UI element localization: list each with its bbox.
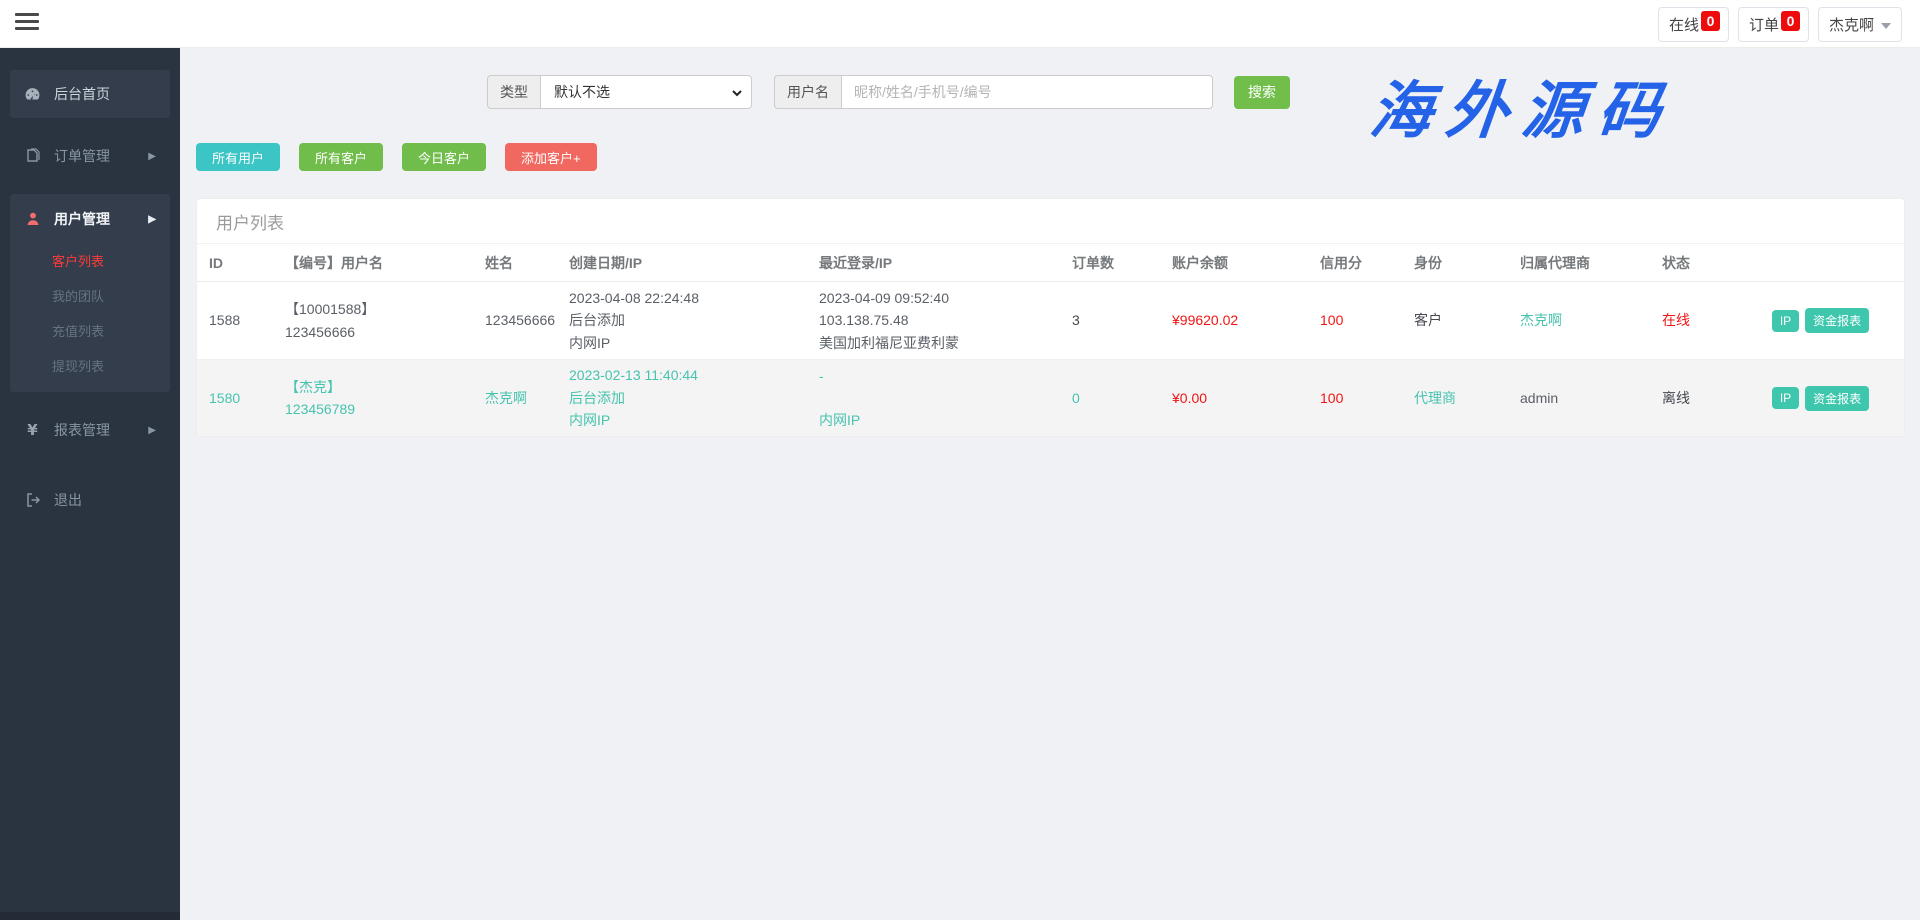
user-list-panel: 用户列表 ID 【编号】用户名 姓名 创建日期/IP 最近登录/IP 订单数 账… <box>196 198 1905 437</box>
sidebar-item-user-management[interactable]: 用户管理 ▶ <box>10 194 170 244</box>
yen-icon: ¥ <box>24 422 41 439</box>
username-input[interactable] <box>841 75 1213 109</box>
cell-last-login: - 内网IP <box>807 360 1060 436</box>
table-row: 1588 【10001588】 123456666 123456666 2023… <box>197 282 1904 359</box>
sidebar-group-users: 用户管理 ▶ 客户列表 我的团队 充值列表 提现列表 <box>10 194 170 392</box>
menu-toggle-icon[interactable] <box>15 13 39 33</box>
type-filter-group: 类型 默认不选 <box>487 75 752 109</box>
sidebar-subitem-recharge-list[interactable]: 充值列表 <box>10 314 170 349</box>
cell-balance: ¥99620.02 <box>1160 282 1308 359</box>
col-header-status: 状态 <box>1650 253 1725 273</box>
col-header-role: 身份 <box>1402 253 1508 273</box>
user-icon <box>24 211 41 228</box>
cell-agent: admin <box>1508 360 1650 436</box>
chevron-down-icon <box>1881 23 1891 29</box>
chevron-right-icon: ▶ <box>148 151 156 162</box>
brand-watermark: 海外源码 <box>1283 60 1762 150</box>
all-users-button[interactable]: 所有用户 <box>196 143 280 171</box>
sidebar-footer <box>0 912 180 920</box>
sidebar-item-label: 退出 <box>54 490 156 510</box>
dashboard-icon <box>24 86 41 103</box>
topbar-right: 在线 0 订单 0 杰克啊 <box>1658 7 1902 42</box>
today-customers-button[interactable]: 今日客户 <box>402 143 486 171</box>
cell-actions: IP 资金报表 <box>1725 360 1904 436</box>
sidebar-subitem-withdraw-list[interactable]: 提现列表 <box>10 349 170 384</box>
cell-created: 2023-04-08 22:24:48 后台添加 内网IP <box>557 282 807 359</box>
ip-button[interactable]: IP <box>1772 387 1799 409</box>
cell-role: 代理商 <box>1402 360 1508 436</box>
sidebar-subitem-customer-list[interactable]: 客户列表 <box>10 244 170 279</box>
quick-action-bar: 所有用户 所有客户 今日客户 添加客户+ <box>196 143 597 171</box>
cell-last-login: 2023-04-09 09:52:40 103.138.75.48 美国加利福尼… <box>807 282 1060 359</box>
chevron-right-icon: ▶ <box>148 425 156 436</box>
cell-username: 【10001588】 123456666 <box>273 282 473 359</box>
add-customer-button[interactable]: 添加客户+ <box>505 143 597 171</box>
funds-report-button[interactable]: 资金报表 <box>1805 308 1869 333</box>
main-content: 类型 默认不选 用户名 搜索 海外源码 所有用户 所有客户 今日客户 添加客户+… <box>180 48 1920 920</box>
type-select[interactable]: 默认不选 <box>540 75 752 109</box>
orders-count-badge: 0 <box>1781 11 1800 31</box>
sidebar-item-label: 用户管理 <box>54 209 148 229</box>
search-button[interactable]: 搜索 <box>1234 76 1290 109</box>
user-management-submenu: 客户列表 我的团队 充值列表 提现列表 <box>10 244 170 392</box>
sidebar: 后台首页 订单管理 ▶ 用户管理 ▶ 客户列表 我的团队 充值列表 提现列表 ¥… <box>0 48 180 920</box>
orders-icon <box>24 148 41 165</box>
sidebar-item-label: 报表管理 <box>54 420 148 440</box>
user-name: 杰克啊 <box>1829 14 1874 35</box>
table-row: 1580 【杰克】 123456789 杰克啊 2023-02-13 11:40… <box>197 359 1904 436</box>
sidebar-item-label: 订单管理 <box>54 146 148 166</box>
col-header-last-login: 最近登录/IP <box>807 253 1060 273</box>
cell-name: 123456666 <box>473 282 557 359</box>
cell-id: 1580 <box>197 360 273 436</box>
col-header-credit: 信用分 <box>1308 253 1402 273</box>
col-header-orders: 订单数 <box>1060 253 1160 273</box>
col-header-username: 【编号】用户名 <box>273 253 473 273</box>
cell-username: 【杰克】 123456789 <box>273 360 473 436</box>
cell-role: 客户 <box>1402 282 1508 359</box>
funds-report-button[interactable]: 资金报表 <box>1805 386 1869 411</box>
cell-credit: 100 <box>1308 282 1402 359</box>
col-header-name: 姓名 <box>473 253 557 273</box>
type-label: 类型 <box>487 75 540 109</box>
cell-actions: IP 资金报表 <box>1725 282 1904 359</box>
sidebar-item-orders[interactable]: 订单管理 ▶ <box>10 132 170 180</box>
chevron-down-icon <box>731 86 743 104</box>
panel-title: 用户列表 <box>197 199 1904 244</box>
logout-icon <box>24 492 41 509</box>
cell-id: 1588 <box>197 282 273 359</box>
all-customers-button[interactable]: 所有客户 <box>299 143 383 171</box>
user-menu[interactable]: 杰克啊 <box>1818 7 1902 42</box>
table-header-row: ID 【编号】用户名 姓名 创建日期/IP 最近登录/IP 订单数 账户余额 信… <box>197 244 1904 282</box>
cell-status: 离线 <box>1650 360 1725 436</box>
col-header-agent: 归属代理商 <box>1508 253 1650 273</box>
type-selected-value: 默认不选 <box>554 82 610 102</box>
cell-orders: 3 <box>1060 282 1160 359</box>
col-header-id: ID <box>197 255 273 271</box>
sidebar-subitem-my-team[interactable]: 我的团队 <box>10 279 170 314</box>
orders-label: 订单 <box>1749 14 1779 35</box>
sidebar-item-logout[interactable]: 退出 <box>10 476 170 524</box>
online-label: 在线 <box>1669 14 1699 35</box>
username-label: 用户名 <box>774 75 841 109</box>
orders-stat[interactable]: 订单 0 <box>1738 7 1809 42</box>
cell-agent: 杰克啊 <box>1508 282 1650 359</box>
sidebar-item-label: 后台首页 <box>54 84 156 104</box>
cell-name: 杰克啊 <box>473 360 557 436</box>
col-header-balance: 账户余额 <box>1160 253 1308 273</box>
filter-bar: 类型 默认不选 用户名 搜索 <box>487 75 1290 109</box>
cell-balance: ¥0.00 <box>1160 360 1308 436</box>
chevron-right-icon: ▶ <box>148 214 156 225</box>
topbar: 在线 0 订单 0 杰克啊 <box>0 0 1920 48</box>
cell-orders: 0 <box>1060 360 1160 436</box>
ip-button[interactable]: IP <box>1772 310 1799 332</box>
col-header-created: 创建日期/IP <box>557 253 807 273</box>
online-stat[interactable]: 在线 0 <box>1658 7 1729 42</box>
online-count-badge: 0 <box>1701 11 1720 31</box>
cell-status: 在线 <box>1650 282 1725 359</box>
cell-credit: 100 <box>1308 360 1402 436</box>
sidebar-item-dashboard[interactable]: 后台首页 <box>10 70 170 118</box>
sidebar-item-reports[interactable]: ¥ 报表管理 ▶ <box>10 406 170 454</box>
cell-created: 2023-02-13 11:40:44 后台添加 内网IP <box>557 360 807 436</box>
username-filter-group: 用户名 <box>774 75 1213 109</box>
